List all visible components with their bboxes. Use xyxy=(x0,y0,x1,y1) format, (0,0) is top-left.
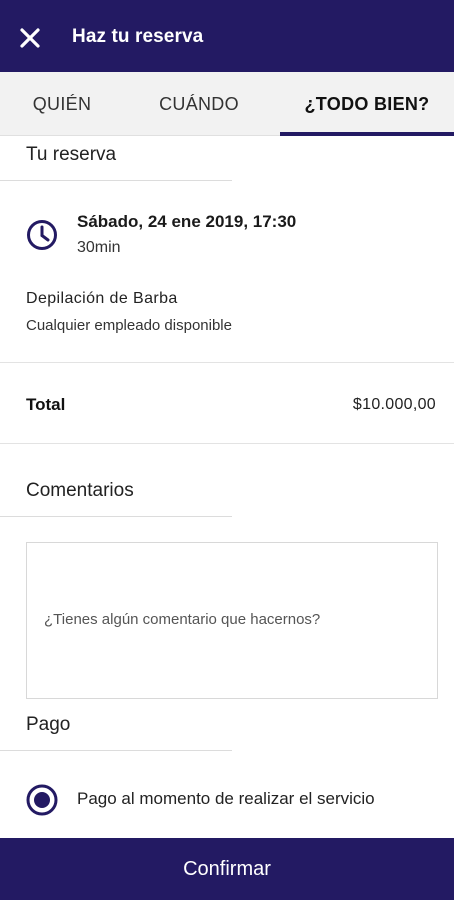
comments-heading: Comentarios xyxy=(26,480,134,501)
comment-box xyxy=(26,542,438,699)
payment-divider xyxy=(0,750,232,751)
reservation-divider xyxy=(0,180,232,181)
app-bar-title: Haz tu reserva xyxy=(72,26,204,47)
clock-icon xyxy=(27,220,57,250)
total-value: $10.000,00 xyxy=(352,396,436,413)
reservation-datetime: Sábado, 24 ene 2019, 17:30 xyxy=(77,212,297,231)
app-bar: Haz tu reserva xyxy=(0,0,454,72)
employee-name: Cualquier empleado disponible xyxy=(26,317,232,334)
comment-input[interactable] xyxy=(27,543,437,698)
reservation-duration: 30min xyxy=(77,239,121,256)
total-label: Total xyxy=(26,395,66,414)
total-top-divider xyxy=(0,362,454,363)
tab-cuando[interactable]: CUÁNDO xyxy=(124,72,274,136)
reservation-heading: Tu reserva xyxy=(26,144,117,165)
total-bottom-divider xyxy=(0,443,454,444)
payment-option-label[interactable]: Pago al momento de realizar el servicio xyxy=(77,789,375,809)
step-tabs: QUIÉN CUÁNDO ¿TODO BIEN? xyxy=(0,72,454,136)
service-name: Depilación de Barba xyxy=(26,290,178,307)
payment-radio[interactable] xyxy=(26,784,58,816)
active-tab-indicator xyxy=(280,132,454,136)
tab-quien[interactable]: QUIÉN xyxy=(0,72,124,136)
close-icon[interactable] xyxy=(16,24,44,52)
comments-divider xyxy=(0,516,232,517)
confirm-button[interactable]: Confirmar xyxy=(0,838,454,900)
tab-todo-bien[interactable]: ¿TODO BIEN? xyxy=(280,72,454,136)
payment-heading: Pago xyxy=(26,714,71,735)
